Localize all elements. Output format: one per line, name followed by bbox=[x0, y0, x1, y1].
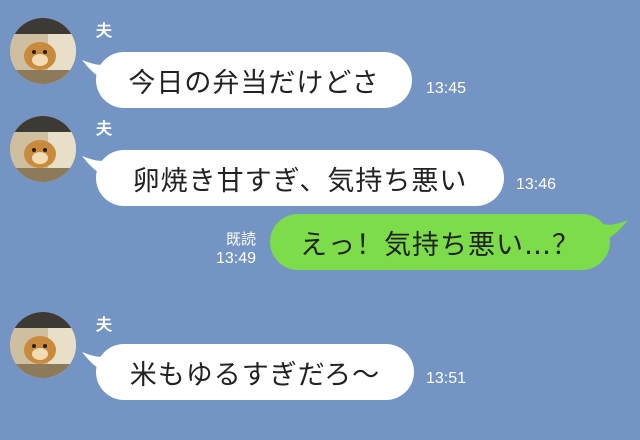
message-bubble[interactable]: 卵焼き甘すぎ、気持ち悪い bbox=[96, 150, 504, 206]
sender-name: 夫 bbox=[96, 315, 113, 334]
message-time: 13:51 bbox=[426, 370, 467, 387]
dog-avatar-icon[interactable] bbox=[10, 312, 76, 378]
dog-avatar-icon[interactable] bbox=[10, 116, 76, 182]
message-time: 13:46 bbox=[516, 176, 557, 193]
sender-name: 夫 bbox=[96, 21, 113, 40]
message-bubble[interactable]: えっ！気持ち悪い…？ bbox=[270, 214, 610, 270]
message-bubble[interactable]: 米もゆるすぎだろ〜 bbox=[96, 344, 414, 400]
chat-area[interactable]: 夫 今日の弁当だけどさ 13:45 夫 卵焼き甘すぎ、気持ち悪い 13:46 既… bbox=[0, 0, 640, 440]
read-receipt: 既読 bbox=[225, 230, 256, 248]
message-time: 13:49 bbox=[216, 250, 257, 267]
message-bubble[interactable]: 今日の弁当だけどさ bbox=[96, 52, 412, 108]
sender-name: 夫 bbox=[96, 119, 113, 138]
dog-avatar-icon[interactable] bbox=[10, 18, 76, 84]
bubble-tail bbox=[604, 220, 628, 240]
message-time: 13:45 bbox=[426, 80, 467, 97]
